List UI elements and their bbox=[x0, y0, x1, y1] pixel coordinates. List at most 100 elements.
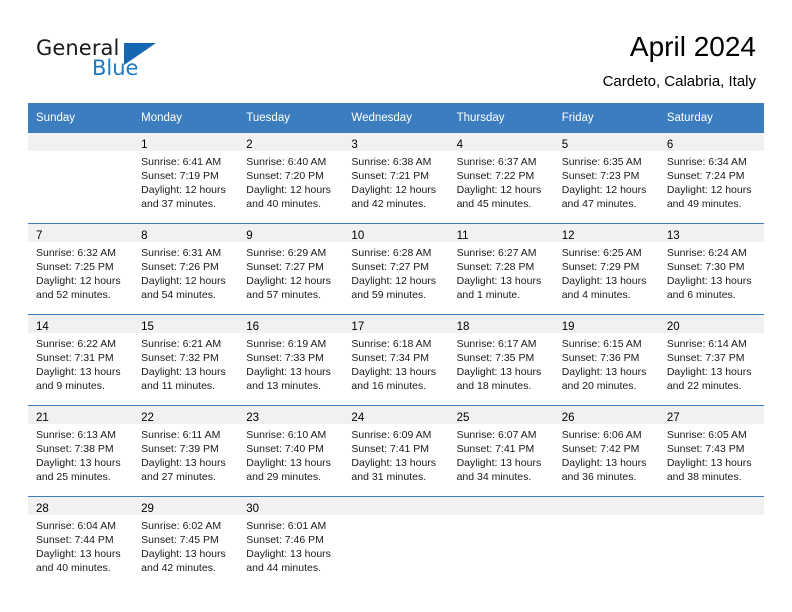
day-details: Sunrise: 6:02 AM Sunset: 7:45 PM Daylight:… bbox=[133, 515, 239, 575]
day-number-band: 4 bbox=[448, 133, 554, 151]
calendar-day-cell[interactable]: 26 Sunrise: 6:06 AM Sunset: 7:42 PM Dayligh… bbox=[553, 405, 659, 497]
sunset-text: Sunset: 7:30 PM bbox=[666, 261, 745, 273]
day-details: Sunrise: 6:38 AM Sunset: 7:21 PM Daylight:… bbox=[343, 151, 449, 211]
day-cell-inner: 24 Sunrise: 6:09 AM Sunset: 7:41 PM Dayligh… bbox=[343, 406, 449, 496]
calendar-day-cell[interactable]: 1 Sunrise: 6:41 AM Sunset: 7:19 PM Daylight… bbox=[133, 133, 239, 224]
day-cell-inner: 11 Sunrise: 6:27 AM Sunset: 7:28 PM Dayligh… bbox=[448, 224, 554, 314]
calendar-day-cell[interactable]: 25 Sunrise: 6:07 AM Sunset: 7:41 PM Dayligh… bbox=[448, 405, 554, 497]
calendar-body: 1 Sunrise: 6:41 AM Sunset: 7:19 PM Daylight… bbox=[28, 133, 764, 587]
day-number-band bbox=[658, 497, 764, 515]
day-cell-inner: 1 Sunrise: 6:41 AM Sunset: 7:19 PM Daylight… bbox=[133, 133, 239, 223]
day-cell-inner: 9 Sunrise: 6:29 AM Sunset: 7:27 PM Daylight… bbox=[238, 224, 344, 314]
calendar-day-cell[interactable]: 24 Sunrise: 6:09 AM Sunset: 7:41 PM Dayligh… bbox=[343, 405, 449, 497]
sunrise-text: Sunrise: 6:25 AM bbox=[561, 247, 642, 259]
calendar-day-cell[interactable]: 11 Sunrise: 6:27 AM Sunset: 7:28 PM Dayligh… bbox=[448, 223, 554, 315]
daylight-text-line1: Daylight: 12 hours bbox=[351, 275, 437, 287]
brand-logo[interactable]: General Blue bbox=[36, 36, 156, 82]
daylight-text-line2: and 31 minutes. bbox=[351, 471, 427, 483]
daylight-text-line1: Daylight: 12 hours bbox=[561, 184, 647, 196]
day-cell-inner: 5 Sunrise: 6:35 AM Sunset: 7:23 PM Daylight… bbox=[553, 133, 659, 223]
calendar-day-cell[interactable]: 2 Sunrise: 6:40 AM Sunset: 7:20 PM Daylight… bbox=[238, 133, 344, 224]
calendar-day-cell[interactable]: 9 Sunrise: 6:29 AM Sunset: 7:27 PM Daylight… bbox=[238, 223, 344, 315]
day-number-band: 1 bbox=[133, 133, 239, 151]
day-details: Sunrise: 6:21 AM Sunset: 7:32 PM Daylight:… bbox=[133, 333, 239, 393]
calendar-day-cell[interactable]: 14 Sunrise: 6:22 AM Sunset: 7:31 PM Dayligh… bbox=[28, 314, 134, 406]
day-number: 27 bbox=[666, 412, 680, 424]
calendar-day-cell[interactable]: 23 Sunrise: 6:10 AM Sunset: 7:40 PM Dayligh… bbox=[238, 405, 344, 497]
day-number: 10 bbox=[351, 230, 365, 242]
daylight-text-line1: Daylight: 12 hours bbox=[36, 275, 121, 287]
sunrise-text: Sunrise: 6:19 AM bbox=[246, 338, 327, 350]
sunrise-text: Sunrise: 6:02 AM bbox=[141, 520, 222, 532]
sunrise-text: Sunrise: 6:17 AM bbox=[456, 338, 537, 350]
weekday-header-monday: Monday bbox=[133, 103, 239, 133]
calendar-day-cell[interactable]: 10 Sunrise: 6:28 AM Sunset: 7:27 PM Dayligh… bbox=[343, 223, 449, 315]
daylight-text-line1: Daylight: 13 hours bbox=[561, 457, 647, 469]
calendar-day-cell[interactable]: 7 Sunrise: 6:32 AM Sunset: 7:25 PM Daylight… bbox=[28, 223, 134, 315]
daylight-text-line2: and 38 minutes. bbox=[666, 471, 742, 483]
daylight-text-line2: and 25 minutes. bbox=[36, 471, 111, 483]
day-number-band: 25 bbox=[448, 406, 554, 424]
day-cell-inner: 12 Sunrise: 6:25 AM Sunset: 7:29 PM Dayligh… bbox=[553, 224, 659, 314]
calendar-day-cell[interactable]: 18 Sunrise: 6:17 AM Sunset: 7:35 PM Dayligh… bbox=[448, 314, 554, 406]
day-number: 16 bbox=[246, 321, 260, 333]
calendar-day-cell[interactable]: 6 Sunrise: 6:34 AM Sunset: 7:24 PM Daylight… bbox=[658, 133, 764, 224]
calendar-week-row: 7 Sunrise: 6:32 AM Sunset: 7:25 PM Daylight… bbox=[28, 223, 764, 315]
sunset-text: Sunset: 7:33 PM bbox=[246, 352, 324, 364]
daylight-text-line1: Daylight: 12 hours bbox=[246, 184, 331, 196]
daylight-text-line2: and 42 minutes. bbox=[141, 562, 216, 574]
sunrise-text: Sunrise: 6:04 AM bbox=[36, 520, 116, 532]
day-number-band: 11 bbox=[448, 224, 554, 242]
day-number-band: 16 bbox=[238, 315, 344, 333]
calendar-day-cell[interactable]: 21 Sunrise: 6:13 AM Sunset: 7:38 PM Dayligh… bbox=[28, 405, 134, 497]
day-cell-inner: 21 Sunrise: 6:13 AM Sunset: 7:38 PM Dayligh… bbox=[28, 406, 134, 496]
calendar-day-cell[interactable]: 4 Sunrise: 6:37 AM Sunset: 7:22 PM Daylight… bbox=[448, 133, 554, 224]
calendar-day-cell[interactable]: 16 Sunrise: 6:19 AM Sunset: 7:33 PM Dayligh… bbox=[238, 314, 344, 406]
day-number-band: 17 bbox=[343, 315, 449, 333]
daylight-text-line2: and 1 minute. bbox=[456, 289, 521, 301]
daylight-text-line1: Daylight: 13 hours bbox=[561, 275, 647, 287]
daylight-text-line2: and 59 minutes. bbox=[351, 289, 427, 301]
sunrise-text: Sunrise: 6:05 AM bbox=[666, 429, 747, 441]
daylight-text-line1: Daylight: 13 hours bbox=[456, 366, 542, 378]
daylight-text-line1: Daylight: 13 hours bbox=[141, 548, 226, 560]
day-number: 29 bbox=[141, 503, 154, 515]
day-details: Sunrise: 6:27 AM Sunset: 7:28 PM Daylight:… bbox=[448, 242, 554, 302]
calendar-header-row: Sunday Monday Tuesday Wednesday Thursday… bbox=[28, 103, 764, 133]
calendar-day-cell[interactable]: 13 Sunrise: 6:24 AM Sunset: 7:30 PM Dayligh… bbox=[658, 223, 764, 315]
calendar-day-cell[interactable]: 8 Sunrise: 6:31 AM Sunset: 7:26 PM Daylight… bbox=[133, 223, 239, 315]
sunset-text: Sunset: 7:26 PM bbox=[141, 261, 219, 273]
calendar-day-cell[interactable]: 12 Sunrise: 6:25 AM Sunset: 7:29 PM Dayligh… bbox=[553, 223, 659, 315]
calendar-day-cell[interactable]: 5 Sunrise: 6:35 AM Sunset: 7:23 PM Daylight… bbox=[553, 133, 659, 224]
day-number-band: 7 bbox=[28, 224, 134, 242]
calendar-day-cell[interactable]: 22 Sunrise: 6:11 AM Sunset: 7:39 PM Dayligh… bbox=[133, 405, 239, 497]
daylight-text-line2: and 6 minutes. bbox=[666, 289, 736, 301]
day-cell-inner bbox=[448, 497, 554, 587]
day-cell-inner: 15 Sunrise: 6:21 AM Sunset: 7:32 PM Dayligh… bbox=[133, 315, 239, 405]
day-number: 12 bbox=[561, 230, 575, 242]
calendar-day-cell[interactable]: 30 Sunrise: 6:01 AM Sunset: 7:46 PM Dayligh… bbox=[238, 496, 344, 587]
calendar-day-cell[interactable]: 27 Sunrise: 6:05 AM Sunset: 7:43 PM Dayligh… bbox=[658, 405, 764, 497]
sunset-text: Sunset: 7:45 PM bbox=[141, 534, 219, 546]
day-details: Sunrise: 6:24 AM Sunset: 7:30 PM Daylight:… bbox=[658, 242, 764, 302]
daylight-text-line2: and 54 minutes. bbox=[141, 289, 216, 301]
sunset-text: Sunset: 7:43 PM bbox=[666, 443, 745, 455]
calendar-day-cell[interactable]: 20 Sunrise: 6:14 AM Sunset: 7:37 PM Dayligh… bbox=[658, 314, 764, 406]
calendar-day-cell[interactable]: 29 Sunrise: 6:02 AM Sunset: 7:45 PM Dayligh… bbox=[133, 496, 239, 587]
day-cell-inner: 13 Sunrise: 6:24 AM Sunset: 7:30 PM Dayligh… bbox=[658, 224, 764, 314]
day-number-band: 15 bbox=[133, 315, 239, 333]
calendar-day-cell[interactable]: 17 Sunrise: 6:18 AM Sunset: 7:34 PM Dayligh… bbox=[343, 314, 449, 406]
calendar-day-cell[interactable]: 28 Sunrise: 6:04 AM Sunset: 7:44 PM Dayligh… bbox=[28, 496, 134, 587]
day-cell-inner: 19 Sunrise: 6:15 AM Sunset: 7:36 PM Dayligh… bbox=[553, 315, 659, 405]
calendar-day-cell[interactable]: 3 Sunrise: 6:38 AM Sunset: 7:21 PM Daylight… bbox=[343, 133, 449, 224]
sunset-text: Sunset: 7:46 PM bbox=[246, 534, 324, 546]
page-title: April 2024 bbox=[629, 31, 756, 62]
calendar-day-cell[interactable]: 15 Sunrise: 6:21 AM Sunset: 7:32 PM Dayligh… bbox=[133, 314, 239, 406]
calendar-week-row: 21 Sunrise: 6:13 AM Sunset: 7:38 PM Dayligh… bbox=[28, 405, 764, 497]
daylight-text-line2: and 29 minutes. bbox=[246, 471, 321, 483]
day-cell-inner: 7 Sunrise: 6:32 AM Sunset: 7:25 PM Daylight… bbox=[28, 224, 134, 314]
day-details: Sunrise: 6:06 AM Sunset: 7:42 PM Daylight:… bbox=[553, 424, 659, 484]
calendar-day-cell[interactable]: 19 Sunrise: 6:15 AM Sunset: 7:36 PM Dayligh… bbox=[553, 314, 659, 406]
day-details: Sunrise: 6:28 AM Sunset: 7:27 PM Daylight:… bbox=[343, 242, 449, 302]
weekday-header-saturday: Saturday bbox=[658, 103, 764, 133]
